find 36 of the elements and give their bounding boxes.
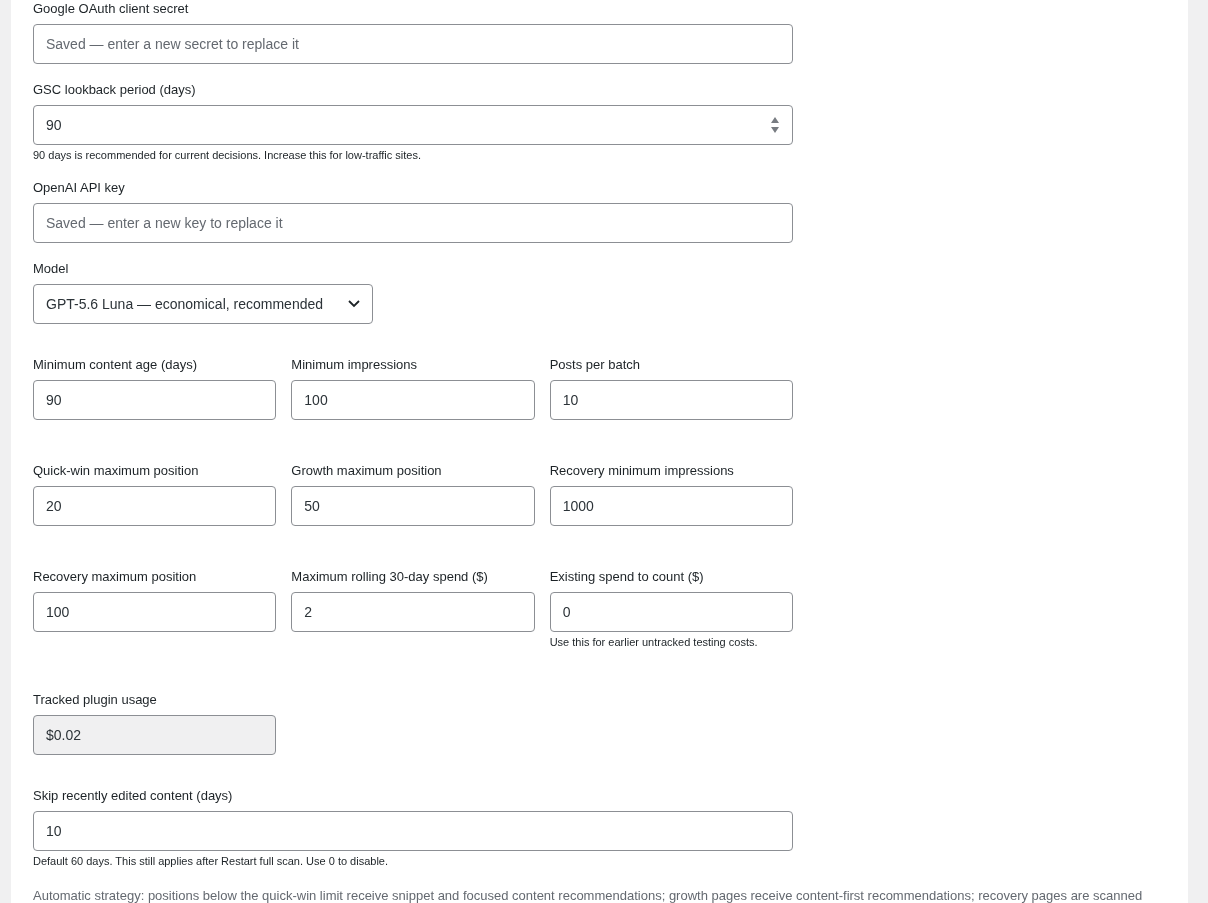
field-label: Existing spend to count ($) [549,569,705,585]
text-field[interactable]: Saved — enter a new secret to replace it [33,24,793,64]
field-label: Maximum rolling 30-day spend ($) [291,569,489,585]
field-label: Growth maximum position [291,463,443,479]
field-label: OpenAI API key [33,180,126,196]
field-label: Google OAuth client secret [33,1,190,17]
help-text: 90 days is recommended for current decisions. Increase this for low-traffic sites. [33,149,422,162]
strategy-note: Automatic strategy: positions below the quick-win limit receive snippet and focused content recommendations; growth pages receive content-first recommendations; recovery pages are scanned [33,887,1144,903]
field-label: Minimum content age (days) [33,357,198,373]
field-label: Model [33,261,70,277]
chevron-down-icon [348,300,360,308]
text-field[interactable]: Saved — enter a new key to replace it [33,203,793,243]
number-field[interactable]: 20 [33,486,277,526]
model-select[interactable]: GPT-5.6 Luna — economical, recommended [33,284,373,324]
field-label: Minimum impressions [291,357,419,373]
number-field[interactable]: 90 [33,105,793,145]
field-label: Skip recently edited content (days) [33,788,234,804]
number-field[interactable]: 10 [549,380,793,420]
help-text: Use this for earlier untracked testing costs. [549,636,759,649]
spinner-icon[interactable] [770,116,780,134]
field-label: Recovery maximum position [33,569,198,585]
text-field[interactable]: 10 [33,811,793,851]
number-field[interactable]: 100 [291,380,535,420]
number-field[interactable]: 1000 [549,486,793,526]
number-field[interactable]: 2 [291,592,535,632]
field-label: GSC lookback period (days) [33,82,197,98]
field-label: Quick-win maximum position [33,463,200,479]
field-label: Recovery minimum impressions [549,463,735,479]
number-field[interactable]: 90 [33,380,277,420]
help-text: Default 60 days. This still applies after Restart full scan. Use 0 to disable. [33,855,390,868]
number-field[interactable]: 50 [291,486,535,526]
number-field[interactable]: 100 [33,592,277,632]
readonly-field: $0.02 [33,715,276,755]
field-label: Posts per batch [549,357,641,373]
number-field[interactable]: 0 [549,592,793,632]
field-label: Tracked plugin usage [33,692,158,708]
